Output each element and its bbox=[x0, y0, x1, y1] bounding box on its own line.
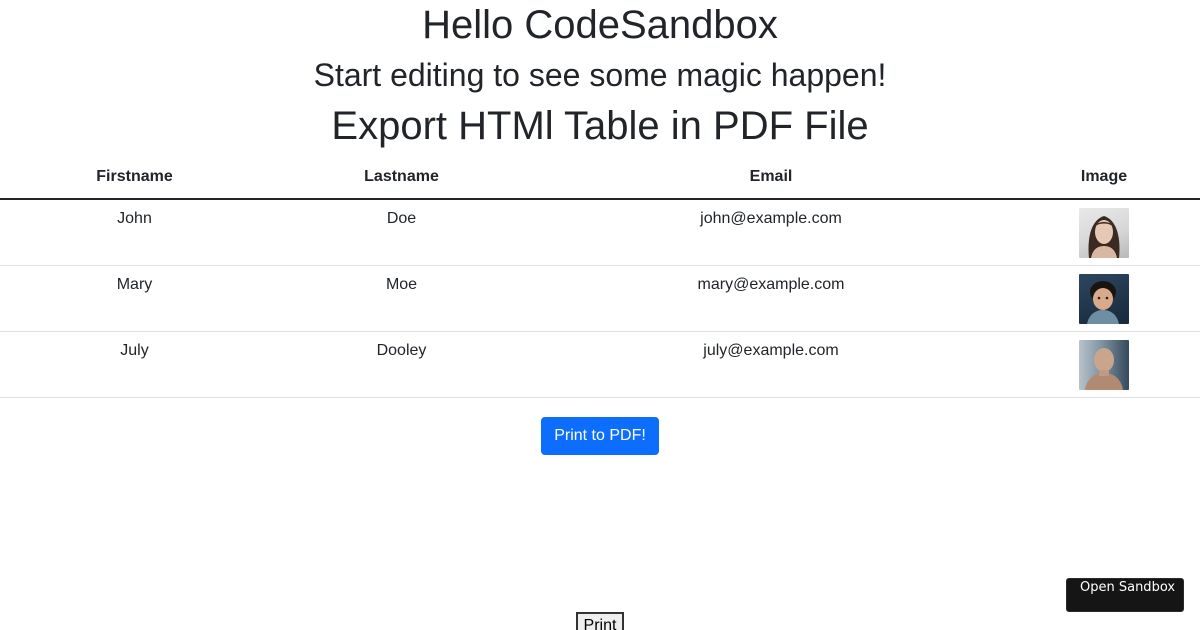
app-root: Hello CodeSandbox Start editing to see s… bbox=[0, 0, 1200, 630]
portrait-child-image bbox=[1079, 273, 1129, 324]
subtitle-heading: Start editing to see some magic happen! bbox=[313, 57, 887, 93]
print-button[interactable]: Print bbox=[576, 612, 624, 630]
cell-firstname: John bbox=[0, 199, 269, 266]
users-table: Firstname Lastname Email Image John Doe … bbox=[0, 156, 1200, 398]
portrait-man-image bbox=[1079, 339, 1129, 390]
table-row: July Dooley july@example.com bbox=[0, 331, 1200, 398]
cell-lastname: Dooley bbox=[269, 331, 534, 398]
cell-email: john@example.com bbox=[534, 199, 1008, 266]
open-sandbox-button[interactable]: Open Sandbox bbox=[1066, 578, 1184, 612]
cell-lastname: Moe bbox=[269, 265, 534, 332]
cell-lastname: Doe bbox=[269, 199, 534, 266]
cell-firstname: Mary bbox=[0, 265, 269, 332]
cell-email: july@example.com bbox=[534, 331, 1008, 398]
column-header-image: Image bbox=[1008, 156, 1200, 200]
table-header-row: Firstname Lastname Email Image bbox=[0, 156, 1200, 200]
portrait-woman-image bbox=[1079, 208, 1129, 258]
cell-image bbox=[1008, 265, 1200, 332]
column-header-lastname: Lastname bbox=[269, 156, 534, 200]
cell-email: mary@example.com bbox=[534, 265, 1008, 332]
cell-image bbox=[1008, 331, 1200, 398]
export-heading: Export HTMl Table in PDF File bbox=[331, 104, 869, 148]
hello-heading: Hello CodeSandbox bbox=[422, 3, 778, 47]
column-header-firstname: Firstname bbox=[0, 156, 269, 200]
table-row: John Doe john@example.com bbox=[0, 199, 1200, 266]
cell-firstname: July bbox=[0, 331, 269, 398]
column-header-email: Email bbox=[534, 156, 1008, 200]
print-to-pdf-button[interactable]: Print to PDF! bbox=[541, 417, 659, 455]
cell-image bbox=[1008, 199, 1200, 266]
table-row: Mary Moe mary@example.com bbox=[0, 265, 1200, 332]
